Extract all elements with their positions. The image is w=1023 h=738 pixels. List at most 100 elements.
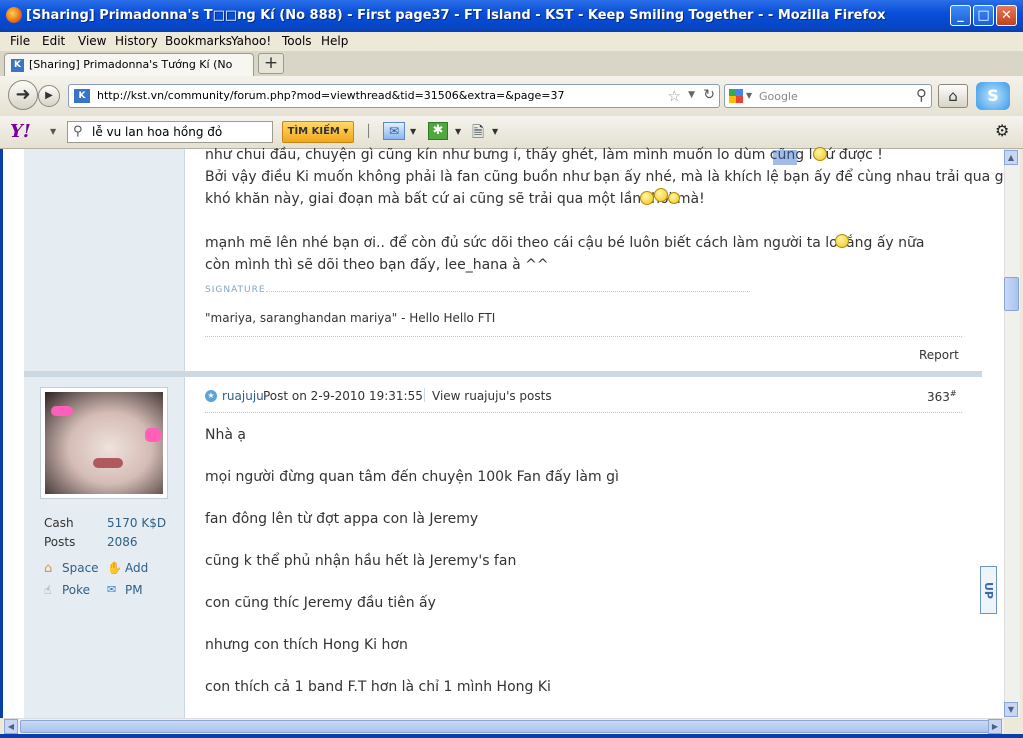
pages-icon[interactable]: 🗎 <box>472 122 484 147</box>
signature-label: SIGNATURE <box>205 285 266 295</box>
cash-label: Cash <box>44 516 74 530</box>
reload-icon[interactable]: ↻ <box>703 87 715 103</box>
view-user-posts-link[interactable]: View ruajuju's posts <box>432 389 552 403</box>
home-icon[interactable]: ⌂ <box>938 84 968 108</box>
forward-arrow-icon[interactable]: ▶ <box>38 85 60 107</box>
url-text: http://kst.vn/community/forum.php?mod=vi… <box>97 89 565 102</box>
widget-dropdown-icon[interactable]: ▼ <box>455 127 461 136</box>
yahoo-search-input[interactable]: ⚲ lễ vu lan hoa hồng đỏ <box>67 121 273 143</box>
search-bar[interactable]: ▼ Google ⚲ <box>724 84 932 108</box>
post-number-hash: # <box>949 389 957 398</box>
minimize-button[interactable]: _ <box>950 5 971 26</box>
close-button[interactable]: ✕ <box>996 5 1017 26</box>
emoticon-icon <box>640 191 654 205</box>
post1-line: khó khăn này, giai đoạn mà bất cứ ai cũn… <box>205 191 705 207</box>
horizontal-scroll-thumb[interactable] <box>20 720 990 733</box>
poke-icon[interactable]: ☝ <box>44 583 51 597</box>
post2-line: cũng k thể phủ nhận hầu hết là Jeremy's … <box>205 553 517 569</box>
report-link[interactable]: Report <box>919 348 959 362</box>
window-bottom-border <box>0 734 1023 738</box>
widget-icon[interactable]: ✱ <box>428 122 448 140</box>
menu-history[interactable]: History <box>115 34 158 48</box>
online-status-icon: ★ <box>205 390 217 402</box>
google-engine-icon[interactable] <box>729 89 743 103</box>
text-selection-highlight <box>773 150 797 165</box>
new-tab-button[interactable]: + <box>258 53 284 74</box>
avatar-lips <box>93 458 123 468</box>
pages-dropdown-icon[interactable]: ▼ <box>492 127 498 136</box>
toolbar-separator-icon: │ <box>365 124 373 138</box>
post1-author-column <box>24 149 185 371</box>
menu-view[interactable]: View <box>78 34 106 48</box>
search-placeholder: Google <box>759 90 798 103</box>
star-bookmark-icon[interactable]: ☆ <box>668 87 681 105</box>
menu-file[interactable]: File <box>10 34 30 48</box>
scroll-right-arrow-icon[interactable]: ▶ <box>988 719 1002 734</box>
scroll-left-arrow-icon[interactable]: ◀ <box>4 719 18 734</box>
post2-line: nhưng con thích Hong Ki hơn <box>205 637 408 653</box>
mail-icon[interactable]: ✉ <box>383 122 405 140</box>
address-bar[interactable]: K http://kst.vn/community/forum.php?mod=… <box>68 84 720 108</box>
vertical-scroll-thumb[interactable] <box>1004 277 1019 311</box>
menu-bar: File Edit View History Bookmarks Yahoo! … <box>0 32 1023 51</box>
kst-favicon-icon: K <box>11 59 24 72</box>
signature-text: "mariya, saranghandan mariya" - Hello He… <box>205 311 496 325</box>
window-title: [Sharing] Primadonna's T□□ng Kí (No 888)… <box>26 8 886 23</box>
yahoo-search-value: lễ vu lan hoa hồng đỏ <box>92 125 223 139</box>
back-arrow-icon[interactable]: ➜ <box>8 80 38 110</box>
home-space-icon[interactable]: ⌂ <box>44 561 52 576</box>
emoticon-icon <box>668 192 680 204</box>
yahoo-logo[interactable]: Y! <box>10 121 31 142</box>
header-divider <box>424 388 425 402</box>
scroll-up-button[interactable]: UP <box>980 566 997 614</box>
post2-line: con thích cả 1 band F.T hơn là chỉ 1 mìn… <box>205 679 551 695</box>
skype-icon[interactable]: S <box>976 82 1010 110</box>
yahoo-dropdown-icon[interactable]: ▼ <box>50 127 56 136</box>
tab-label: [Sharing] Primadonna's Tướng Kí (No 888)… <box>29 58 235 71</box>
post2-line: Nhà ạ <box>205 427 246 443</box>
avatar-blush-left <box>51 406 73 416</box>
vertical-scrollbar[interactable] <box>1004 149 1020 718</box>
add-friend-link[interactable]: Add <box>125 561 148 575</box>
menu-yahoo[interactable]: Yahoo! <box>231 34 271 48</box>
magnifier-icon[interactable]: ⚲ <box>916 86 927 104</box>
settings-gear-icon[interactable]: ⚙ <box>995 121 1009 140</box>
menu-edit[interactable]: Edit <box>42 34 65 48</box>
engine-dropdown-icon[interactable]: ▼ <box>746 91 752 100</box>
menu-bookmarks[interactable]: Bookmarks <box>165 34 232 48</box>
window-title-bar[interactable]: [Sharing] Primadonna's T□□ng Kí (No 888)… <box>0 0 1023 32</box>
post-number[interactable]: 363# <box>927 389 957 404</box>
cash-value: 5170 K$D <box>107 516 167 530</box>
url-dropdown-icon[interactable]: ▼ <box>688 90 695 100</box>
poke-link[interactable]: Poke <box>62 583 90 597</box>
post2-line: fan đông lên từ đợt appa con là Jeremy <box>205 511 479 527</box>
handshake-icon[interactable]: ✋ <box>107 561 122 575</box>
avatar-blush-right <box>145 428 161 442</box>
mail-dropdown-icon[interactable]: ▼ <box>410 127 416 136</box>
yahoo-search-button[interactable]: TÌM KIẾM ▾ <box>282 121 354 143</box>
emoticon-icon <box>835 234 849 248</box>
scroll-down-arrow-icon[interactable]: ▼ <box>1004 702 1018 717</box>
pm-link[interactable]: PM <box>125 583 143 597</box>
tab-bar: K [Sharing] Primadonna's Tướng Kí (No 88… <box>0 51 1023 77</box>
pm-mail-icon[interactable]: ✉ <box>107 583 116 596</box>
scroll-up-arrow-icon[interactable]: ▲ <box>1004 150 1018 165</box>
emoticon-icon <box>654 188 668 202</box>
space-link[interactable]: Space <box>62 561 99 575</box>
avatar[interactable] <box>40 387 168 499</box>
post2-author-link[interactable]: ruajuju <box>222 389 264 403</box>
posts-value: 2086 <box>107 535 138 549</box>
menu-help[interactable]: Help <box>321 34 348 48</box>
firefox-icon <box>6 7 22 23</box>
menu-tools[interactable]: Tools <box>282 34 312 48</box>
maximize-button[interactable]: □ <box>973 5 994 26</box>
post1-line: mạnh mẽ lên nhé bạn ơi.. để còn đủ sức d… <box>205 235 925 251</box>
posts-label: Posts <box>44 535 76 549</box>
post1-line: còn mình thì sẽ dõi theo bạn đấy, lee_ha… <box>205 257 549 273</box>
emoticon-icon <box>813 147 827 161</box>
site-favicon-icon: K <box>74 89 90 103</box>
signature-divider <box>266 291 750 292</box>
tab-active[interactable]: K [Sharing] Primadonna's Tướng Kí (No 88… <box>4 53 254 76</box>
post2-header-divider <box>205 412 962 413</box>
post1-footer-divider <box>205 336 962 337</box>
